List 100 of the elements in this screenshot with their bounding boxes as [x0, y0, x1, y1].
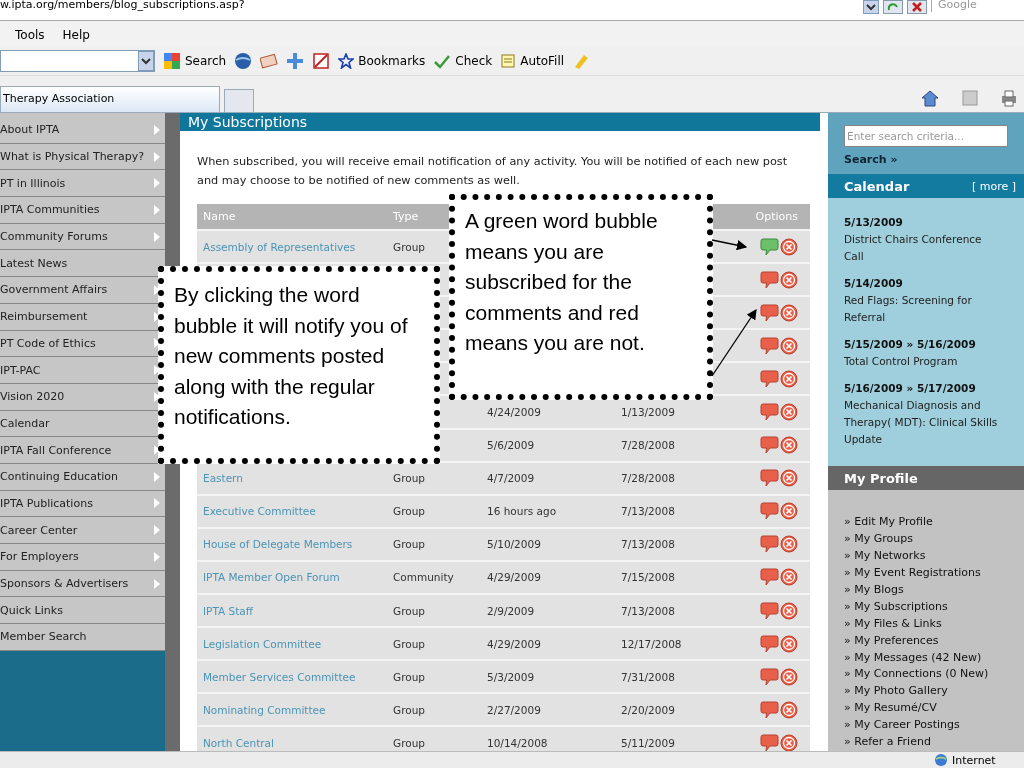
search-link[interactable]: Search » — [844, 153, 1008, 166]
profile-link[interactable]: » Edit My Profile — [844, 514, 1016, 532]
profile-link[interactable]: » My Groups — [844, 531, 1016, 549]
remove-icon[interactable] — [780, 403, 798, 421]
dropdown-icon[interactable] — [863, 0, 879, 14]
star-icon — [338, 53, 355, 69]
home-icon[interactable] — [920, 89, 940, 107]
calendar-title: Calendar — [844, 178, 910, 194]
remove-icon[interactable] — [780, 237, 798, 256]
comment-bubble-icon[interactable] — [760, 568, 779, 587]
table-cell: 7/13/2008 — [621, 505, 675, 518]
print-icon[interactable] — [1000, 89, 1018, 107]
remove-icon[interactable] — [780, 634, 798, 653]
event-title[interactable]: District Chairs Conference Call — [844, 231, 1000, 266]
dropdown-icon[interactable] — [138, 51, 154, 71]
profile-link[interactable]: » My Blogs — [844, 581, 1016, 599]
profile-link[interactable]: » My Networks — [844, 548, 1016, 566]
profile-link[interactable]: » My Career Postings — [844, 717, 1016, 735]
toolbar-button[interactable]: Bookmarks — [338, 53, 426, 69]
table-cell: 5/11/2009 — [621, 736, 675, 749]
profile-link[interactable]: » My Subscriptions — [844, 598, 1016, 616]
comment-bubble-icon[interactable] — [760, 303, 779, 322]
profile-link[interactable]: » My Messages (42 New) — [844, 649, 1016, 667]
profile-link[interactable]: » My Resumé/CV — [844, 700, 1016, 718]
table-cell: 4/29/2009 — [487, 637, 541, 650]
profile-title: My Profile — [844, 470, 918, 486]
table-cell: 7/13/2008 — [621, 538, 675, 551]
table-cell: 16 hours ago — [487, 505, 557, 518]
event-date: 5/15/2009 » 5/16/2009 — [844, 337, 977, 353]
comment-bubble-icon[interactable] — [760, 601, 779, 620]
menu-item[interactable]: Help — [62, 28, 90, 42]
remove-icon[interactable] — [780, 436, 798, 455]
toolbar-button[interactable]: Search — [163, 52, 227, 70]
column-header: Type — [393, 210, 419, 223]
table-cell: Group — [393, 637, 425, 650]
comment-bubble-icon[interactable] — [760, 469, 779, 488]
callout-tooltip: By clicking the word bubble it will notify you of new comments posted along with the regular notifications. — [158, 266, 440, 464]
event-date: 5/16/2009 » 5/17/2009 — [844, 381, 977, 397]
comment-bubble-icon[interactable] — [760, 369, 779, 388]
toolbar-search-field[interactable] — [0, 50, 155, 72]
profile-link[interactable]: » My Connections (0 New) — [844, 666, 1016, 684]
remove-icon[interactable] — [780, 568, 798, 587]
toolbar-button[interactable]: Check — [433, 53, 493, 69]
remove-icon[interactable] — [780, 601, 798, 620]
globe-icon — [934, 753, 948, 767]
comment-bubble-icon[interactable] — [760, 733, 779, 752]
comment-bubble-icon[interactable] — [760, 270, 779, 289]
comment-bubble-icon[interactable] — [760, 535, 779, 554]
table-cell: 4/24/2009 — [487, 406, 541, 418]
arrow — [711, 308, 757, 377]
table-cell: Group — [393, 538, 425, 551]
profile-link[interactable]: » My Files & Links — [844, 615, 1016, 633]
remove-icon[interactable] — [780, 733, 798, 752]
table-cell: 2/20/2009 — [621, 703, 675, 716]
table-cell: 5/10/2009 — [487, 538, 541, 551]
remove-icon[interactable] — [780, 502, 798, 521]
table-cell: 7/28/2008 — [621, 439, 675, 452]
event-title[interactable]: Red Flags: Screening for Referral — [844, 292, 1000, 327]
profile-link[interactable]: » My Preferences — [844, 632, 1016, 650]
toolbar-button[interactable]: AutoFill — [500, 53, 565, 69]
note-icon — [500, 53, 517, 69]
security-zone: Internet — [934, 752, 1014, 768]
remove-icon[interactable] — [780, 535, 798, 554]
remove-icon[interactable] — [780, 469, 798, 488]
column-header: Options — [755, 210, 798, 223]
globe-icon[interactable] — [234, 52, 253, 70]
event-date: 5/13/2009 — [844, 215, 904, 231]
comment-bubble-icon[interactable] — [760, 336, 779, 355]
remove-icon[interactable] — [780, 667, 798, 686]
remove-icon[interactable] — [780, 303, 798, 322]
plus-icon[interactable] — [286, 52, 305, 70]
comment-bubble-icon[interactable] — [760, 502, 779, 521]
comment-bubble-icon[interactable] — [760, 403, 779, 421]
remove-icon[interactable] — [780, 270, 798, 289]
browser-tab[interactable]: Therapy Association — [0, 86, 220, 112]
table-cell: Group — [393, 736, 425, 749]
remove-icon[interactable] — [780, 700, 798, 719]
comment-bubble-icon[interactable] — [760, 436, 779, 455]
menu-item[interactable]: Tools — [15, 28, 45, 42]
profile-link[interactable]: » My Event Registrations — [844, 565, 1016, 582]
remove-icon[interactable] — [780, 369, 798, 388]
table-cell: 12/17/2008 — [621, 637, 682, 650]
comment-bubble-icon[interactable] — [760, 634, 779, 653]
table-cell: 1/13/2009 — [621, 406, 675, 418]
event-date: 5/14/2009 — [844, 276, 904, 292]
arrow — [711, 239, 748, 251]
event-title[interactable]: Mechanical Diagnosis and Therapy( MDT): Clinical Skills Update — [844, 397, 1000, 449]
remove-icon[interactable] — [780, 336, 798, 355]
event-title[interactable]: Total Control Program — [844, 353, 1000, 371]
table-cell: Group — [393, 505, 425, 518]
profile-link[interactable]: » My Photo Gallery — [844, 683, 1016, 701]
profile-link[interactable]: » Refer a Friend — [844, 734, 1016, 751]
close-icon[interactable] — [907, 0, 927, 14]
more-link[interactable]: [ more ] — [971, 179, 1016, 193]
address-field[interactable]: w.ipta.org/members/blog_subscriptions.asp? — [0, 0, 859, 12]
table-cell: 5/3/2009 — [487, 670, 535, 683]
comment-bubble-icon[interactable] — [760, 667, 779, 686]
comment-bubble-icon[interactable] — [760, 700, 779, 719]
table-cell: Group — [393, 472, 425, 485]
comment-bubble-icon[interactable] — [760, 237, 779, 256]
